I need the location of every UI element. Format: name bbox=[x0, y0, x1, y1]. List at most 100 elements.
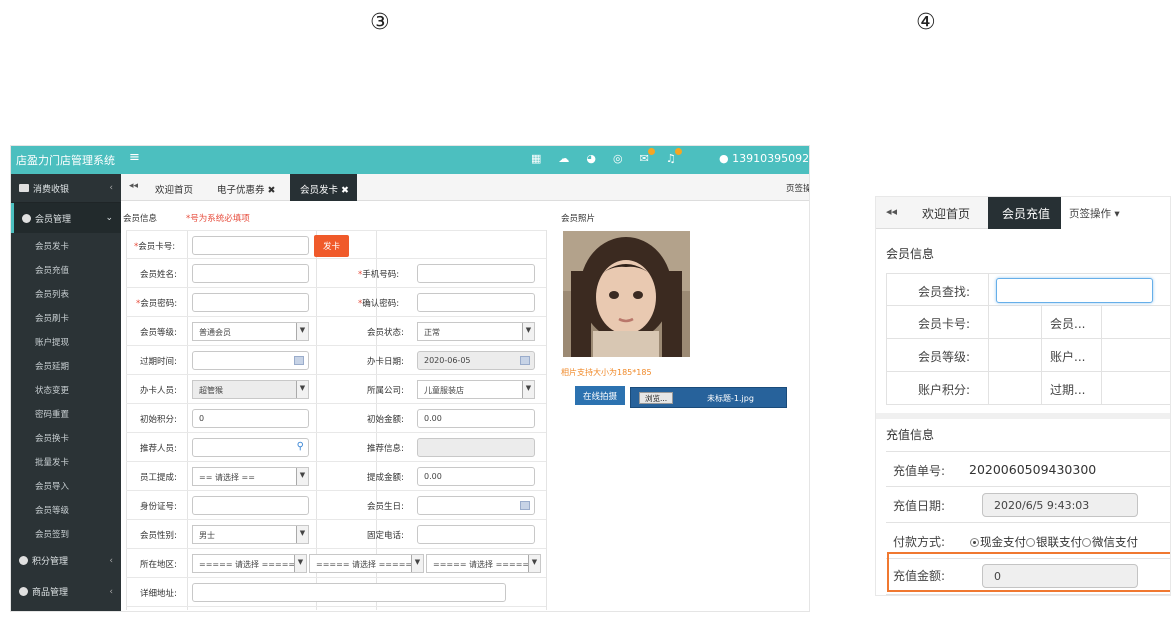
recharge-date-input[interactable]: 2020/6/5 9:43:03 bbox=[982, 493, 1138, 517]
grid-icon[interactable]: ▦ bbox=[531, 152, 541, 165]
gender-select[interactable]: 男士 ▼ bbox=[192, 525, 309, 544]
tab-ops-button[interactable]: 页签操作 bbox=[786, 182, 809, 194]
sidebar-item[interactable]: 会员导入 bbox=[11, 473, 121, 497]
step-marker-3: ③ bbox=[370, 10, 390, 35]
section-title-member: 会员信息 bbox=[123, 214, 158, 224]
user-icon: ● bbox=[719, 152, 729, 165]
points-label: 账户积分: bbox=[918, 383, 971, 397]
payment-options: 现金支付 银联支付 微信支付 bbox=[970, 534, 1138, 550]
sidebar-item[interactable]: 会员刷卡 bbox=[11, 305, 121, 329]
confirm-password-input[interactable] bbox=[417, 293, 535, 312]
tab-member-issue[interactable]: 会员发卡 ✖ bbox=[290, 174, 357, 201]
sidebar-item[interactable]: 密码重置 bbox=[11, 401, 121, 425]
sidebar-item[interactable]: 会员签到 bbox=[11, 521, 121, 545]
status-select[interactable]: 正常 ▼ bbox=[417, 322, 535, 341]
required-note: *号为系统必填项 bbox=[186, 214, 250, 224]
sidebar-item[interactable]: 会员发卡 bbox=[11, 233, 121, 257]
sidebar-item[interactable]: 会员等级 bbox=[11, 497, 121, 521]
radio-wechat[interactable] bbox=[1082, 538, 1091, 547]
password-input[interactable] bbox=[192, 293, 309, 312]
member-photo bbox=[563, 231, 690, 357]
expire-label: 过期... bbox=[1050, 383, 1086, 397]
city-select[interactable]: ===== 请选择 ===== ▼ bbox=[309, 554, 424, 573]
tab-welcome[interactable]: 欢迎首页 bbox=[922, 197, 970, 229]
phone-input[interactable] bbox=[417, 264, 535, 283]
browse-button[interactable]: 浏览... bbox=[639, 392, 674, 404]
district-select[interactable]: ===== 请选择 ===== ▼ bbox=[426, 554, 541, 573]
landline-input[interactable] bbox=[417, 525, 535, 544]
row-address: 详细地址: bbox=[126, 578, 546, 607]
status-label: 会员状态: bbox=[367, 328, 404, 338]
online-photo-button[interactable]: 在线拍摄 bbox=[575, 386, 626, 405]
row-expire: 过期时间: 办卡日期: 2020-06-05 bbox=[126, 346, 546, 375]
company-select[interactable]: 儿童服装店 ▼ bbox=[417, 380, 535, 399]
row-id: 身份证号: 会员生日: bbox=[126, 491, 546, 520]
tab-scroll-left-icon[interactable]: ◂◂ bbox=[129, 181, 138, 191]
chevron-down-icon: ▼ bbox=[296, 323, 308, 340]
sidebar-item[interactable]: 会员列表 bbox=[11, 281, 121, 305]
sidebar-item[interactable]: 账户提现 bbox=[11, 329, 121, 353]
tab-member-recharge[interactable]: 会员充值 bbox=[988, 197, 1068, 229]
init-points-input[interactable]: 0 bbox=[192, 409, 309, 428]
menu-toggle-icon[interactable]: ≡ bbox=[129, 150, 140, 165]
row-name: 会员姓名: *手机号码: bbox=[126, 259, 546, 288]
id-no-input[interactable] bbox=[192, 496, 309, 515]
member-search-input[interactable] bbox=[996, 278, 1153, 303]
sidebar-item[interactable]: 会员换卡 bbox=[11, 425, 121, 449]
sidebar-group-members[interactable]: 会员管理 ⌄ bbox=[11, 203, 121, 233]
chevron-left-icon: ‹ bbox=[109, 183, 113, 193]
level-select[interactable]: 普通会员 ▼ bbox=[192, 322, 309, 341]
staff-commission-select[interactable]: == 请选择 == ▼ bbox=[192, 467, 309, 486]
tab-welcome[interactable]: 欢迎首页 bbox=[155, 174, 193, 201]
row-level: 会员等级: 普通会员 ▼ 会员状态: 正常 ▼ bbox=[126, 317, 546, 346]
row-password: *会员密码: *确认密码: bbox=[126, 288, 546, 317]
sidebar-item[interactable]: 批量发卡 bbox=[11, 449, 121, 473]
cloud-download-icon[interactable]: ☁ bbox=[558, 152, 569, 165]
sidebar-item[interactable]: 会员充值 bbox=[11, 257, 121, 281]
confirm-password-label: *确认密码: bbox=[358, 299, 400, 309]
referrer-input[interactable]: ⚲ bbox=[192, 438, 309, 457]
mail-icon[interactable]: ✉ bbox=[640, 148, 655, 165]
expire-input[interactable] bbox=[192, 351, 309, 370]
tab-scroll-left-icon[interactable]: ◂◂ bbox=[886, 205, 897, 218]
sidebar-item-points[interactable]: 积分管理 ‹ bbox=[11, 545, 121, 576]
bell-icon[interactable]: ♫ bbox=[666, 148, 682, 165]
birthday-input[interactable] bbox=[417, 496, 535, 515]
tab-ops-button[interactable]: 页签操作 ▾ bbox=[1061, 197, 1170, 229]
sidebar-item-checkout[interactable]: 消费收银 ‹ bbox=[11, 174, 121, 203]
address-input[interactable] bbox=[192, 583, 506, 602]
row-gender: 会员性别: 男士 ▼ 固定电话: bbox=[126, 520, 546, 549]
operator-select[interactable]: 超管猴 ▼ bbox=[192, 380, 309, 399]
issue-date-input[interactable]: 2020-06-05 bbox=[417, 351, 535, 370]
chevron-down-icon: ▼ bbox=[411, 555, 423, 572]
sidebar-item[interactable]: 会员延期 bbox=[11, 353, 121, 377]
issue-card-button[interactable]: 发卡 bbox=[314, 235, 350, 257]
dashboard-icon[interactable]: ◕ bbox=[586, 152, 596, 165]
card-no-input[interactable] bbox=[192, 236, 309, 255]
unionpay-label: 银联支付 bbox=[1036, 535, 1082, 549]
radio-unionpay[interactable] bbox=[1026, 538, 1035, 547]
init-amount-input[interactable]: 0.00 bbox=[417, 409, 535, 428]
province-select[interactable]: ===== 请选择 ===== ▼ bbox=[192, 554, 307, 573]
row-operator: 办卡人员: 超管猴 ▼ 所属公司: 儿童服装店 ▼ bbox=[126, 375, 546, 404]
operator-label: 办卡人员: bbox=[140, 386, 177, 396]
sidebar-item[interactable]: 状态变更 bbox=[11, 377, 121, 401]
chevron-down-icon: ▼ bbox=[522, 323, 534, 340]
row-card-no: *会员卡号: 发卡 bbox=[126, 230, 546, 259]
address-label: 详细地址: bbox=[140, 589, 177, 599]
user-menu[interactable]: ● 13910395092- bbox=[719, 152, 809, 165]
palette-icon[interactable]: ◎ bbox=[613, 152, 623, 165]
issue-date-label: 办卡日期: bbox=[367, 357, 404, 367]
row-points: 账户积分: 过期... bbox=[886, 372, 1170, 405]
landline-label: 固定电话: bbox=[367, 531, 404, 541]
sidebar-item-products[interactable]: 商品管理 ‹ bbox=[11, 576, 121, 607]
tab-coupon[interactable]: 电子优惠券 ✖ bbox=[217, 174, 275, 201]
commission-amount-input[interactable]: 0.00 bbox=[417, 467, 535, 486]
init-points-label: 初始积分: bbox=[140, 415, 177, 425]
name-input[interactable] bbox=[192, 264, 309, 283]
top-icons: ▦ ☁ ◕ ◎ ✉ ♫ bbox=[531, 148, 682, 165]
member-search-label: 会员查找: bbox=[918, 285, 971, 299]
level-label: 会员等级: bbox=[140, 328, 177, 338]
app-title: 店盈力门店管理系统 bbox=[16, 154, 115, 167]
radio-cash[interactable] bbox=[970, 538, 979, 547]
